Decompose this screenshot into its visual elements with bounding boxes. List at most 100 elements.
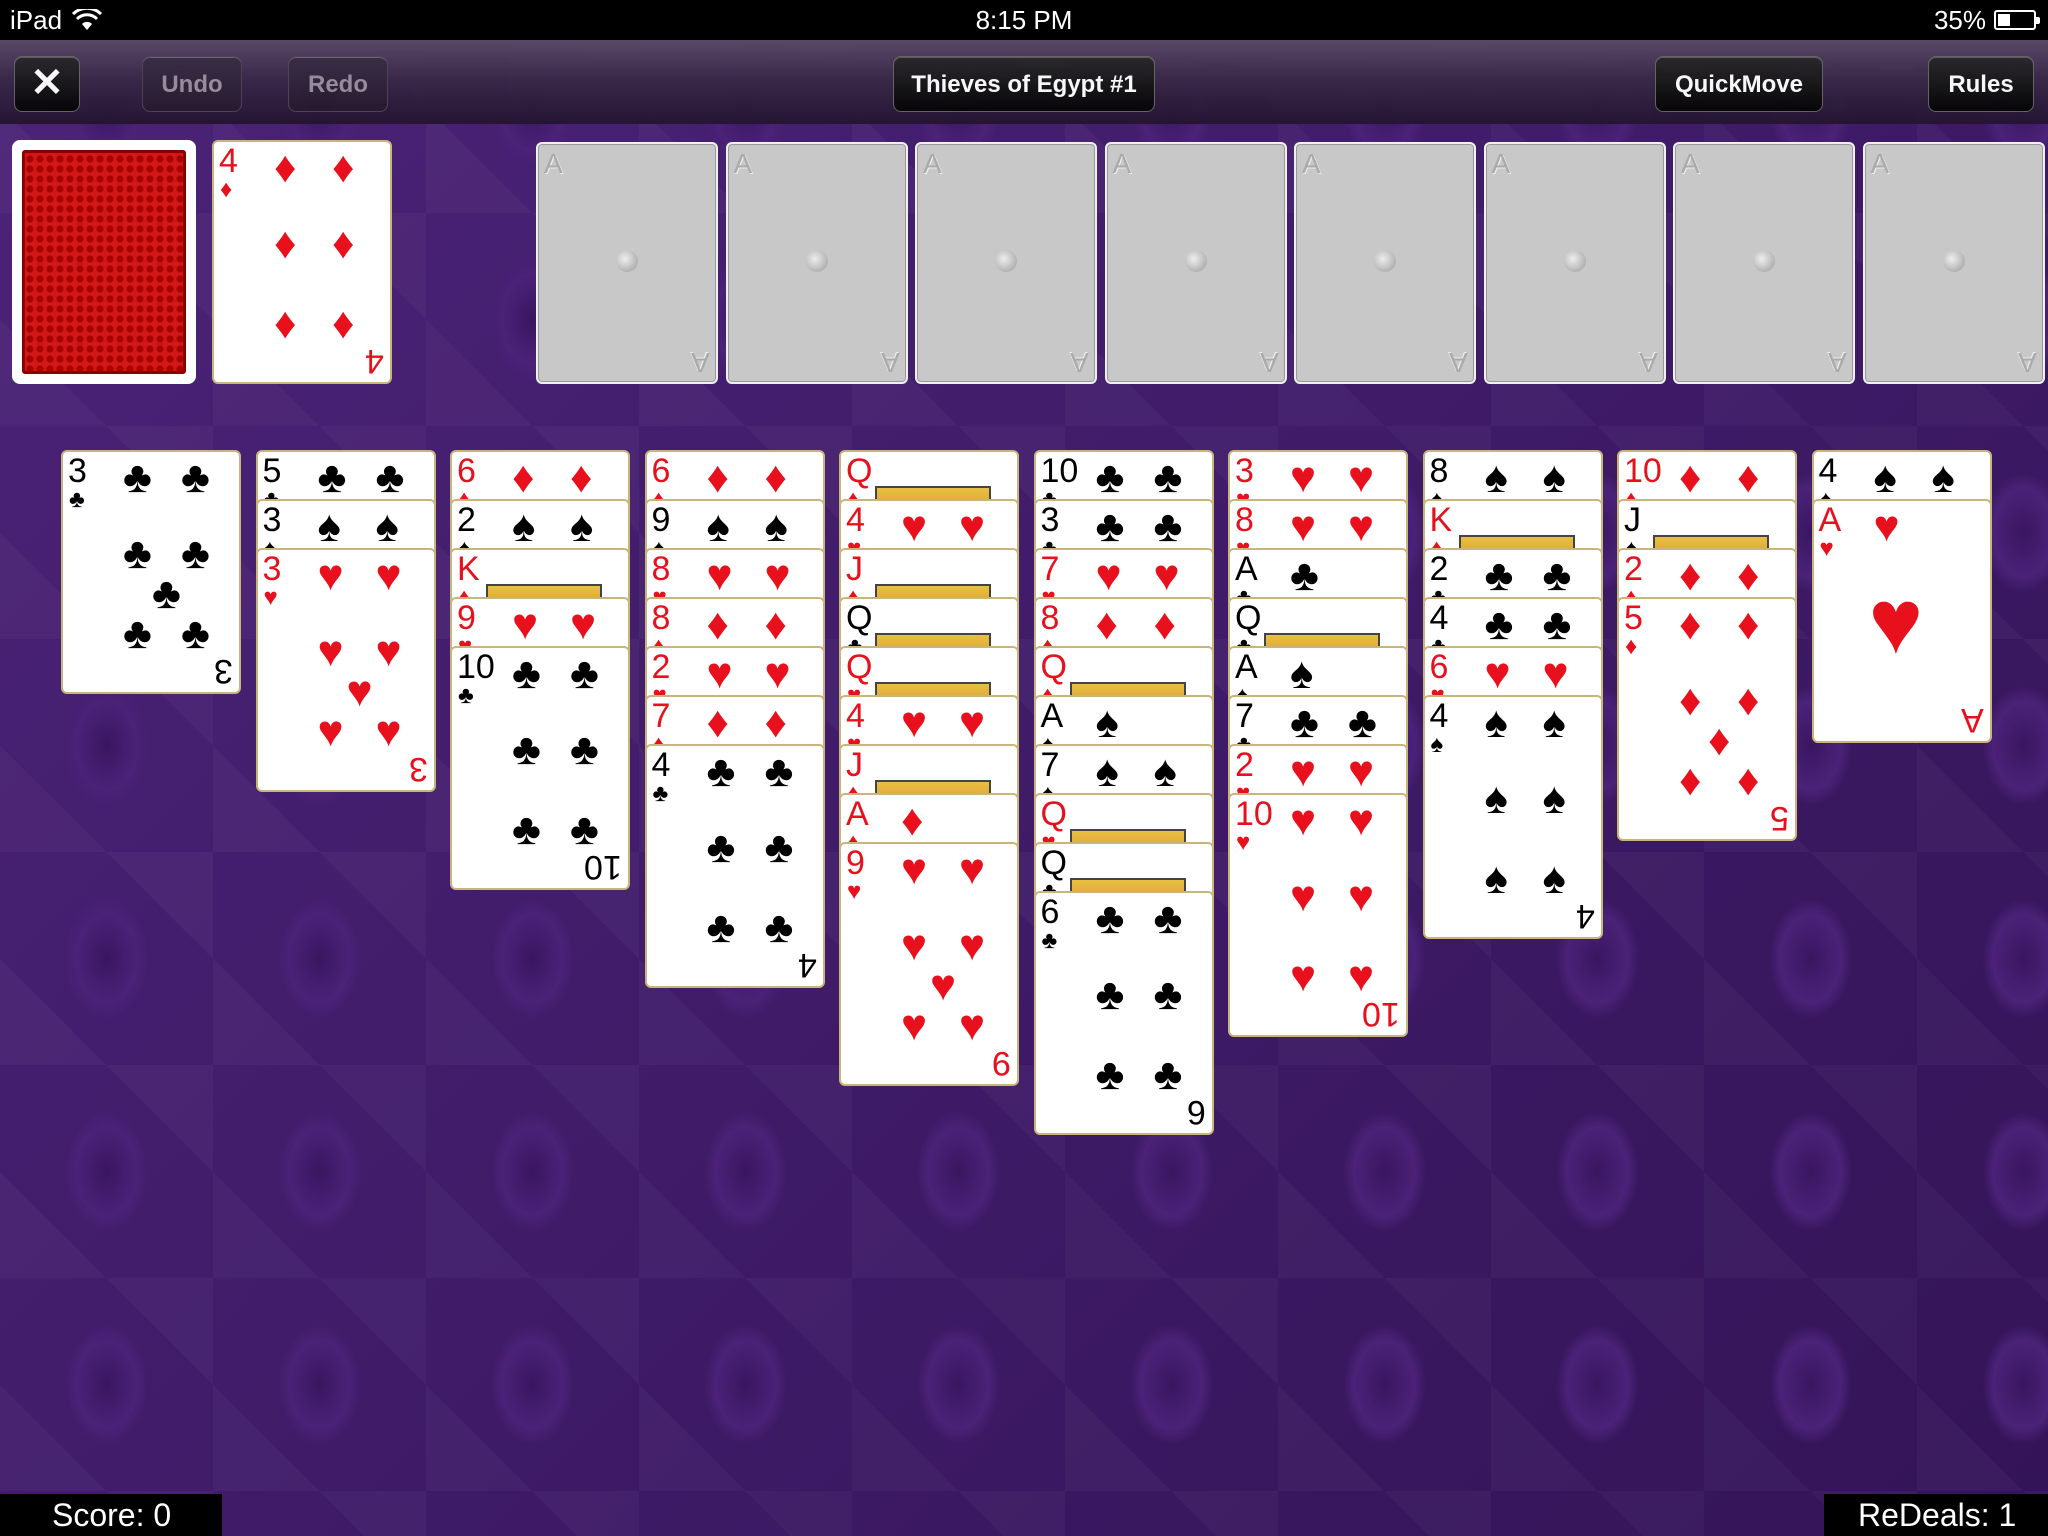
foundation-slot[interactable]: AA bbox=[536, 142, 718, 384]
card-pip: ♥ bbox=[1290, 796, 1317, 845]
card-pip: ♣ bbox=[1484, 551, 1514, 600]
card-pip: ♠ bbox=[1153, 747, 1177, 796]
card-pip: ♦ bbox=[706, 600, 729, 649]
tableau-card[interactable]: 6 ♣ ♣ ♣ ♣ ♣ ♣ ♣ 6 bbox=[1033, 891, 1214, 1135]
card-pip: ♣ bbox=[181, 529, 210, 578]
card-rank: 6 bbox=[457, 452, 476, 490]
card-pip: ♣ bbox=[764, 903, 794, 952]
game-title: Thieves of Egypt #1 bbox=[893, 56, 1155, 112]
foundation-slot[interactable]: AA bbox=[1104, 142, 1287, 384]
card-pip: ♦ bbox=[1737, 453, 1760, 502]
card-pip: ♣ bbox=[1095, 1050, 1125, 1099]
tableau-card[interactable]: 3 ♥ ♥ ♥ ♥ ♥ ♥ ♥ ♥ 3 bbox=[255, 548, 436, 792]
card-pip: ♥ bbox=[1484, 649, 1511, 698]
foundation-dot bbox=[805, 250, 828, 272]
foundation-ace-label: A bbox=[1870, 148, 1890, 179]
card-pip: ♠ bbox=[1484, 774, 1508, 823]
card-pip: ♥ bbox=[1348, 952, 1375, 1001]
card-rank: 8 bbox=[1040, 599, 1060, 637]
card-pip: ♥ bbox=[959, 698, 986, 747]
foundation-slot[interactable]: AA bbox=[1862, 142, 2045, 384]
close-button[interactable]: ✕ bbox=[14, 56, 80, 112]
foundation-ace-label-bottom: A bbox=[1828, 347, 1847, 378]
card-pip: ♠ bbox=[1484, 854, 1508, 903]
card-suit-small: ♥ bbox=[1819, 535, 1834, 562]
waste-card[interactable]: 4 ♦ ♦ ♦ ♦ ♦ ♦ ♦ 4 bbox=[212, 140, 392, 384]
tableau-card[interactable]: 5 ♦ ♦ ♦ ♦ ♦ ♦ ♦ ♦ 5 bbox=[1617, 597, 1797, 841]
card-pip: ♠ bbox=[1484, 698, 1508, 747]
card-pip: ♥ bbox=[1542, 649, 1569, 698]
card-rank: 4 bbox=[1818, 452, 1838, 490]
card-pip: ♣ bbox=[764, 823, 794, 872]
card-pip: ♦ bbox=[1708, 716, 1731, 765]
card-rank: 2 bbox=[1235, 746, 1254, 784]
card-pip: ♣ bbox=[512, 805, 541, 854]
card-pip: ♠ bbox=[1095, 747, 1119, 796]
card-rank: A bbox=[1818, 501, 1842, 539]
card-pip: ♣ bbox=[1095, 453, 1125, 502]
card-pip: ♣ bbox=[570, 805, 599, 854]
quickmove-button[interactable]: QuickMove bbox=[1655, 56, 1823, 112]
card-pip: ♣ bbox=[317, 453, 347, 502]
card-rank: 9 bbox=[457, 599, 476, 637]
tableau-card[interactable]: 4 ♣ ♣ ♣ ♣ ♣ ♣ ♣ 4 bbox=[644, 744, 825, 988]
card-pip: ♣ bbox=[1348, 698, 1377, 747]
foundation-ace-label-bottom: A bbox=[1449, 347, 1468, 378]
tableau-card[interactable]: 9 ♥ ♥ ♥ ♥ ♥ ♥ ♥ ♥ 9 bbox=[839, 842, 1019, 1086]
tableau-card[interactable]: 3 ♣ ♣ ♣ ♣ ♣ ♣ ♣ ♣ 3 bbox=[61, 450, 241, 694]
card-rank: 5 bbox=[262, 452, 282, 490]
card-pip: ♦ bbox=[332, 299, 355, 348]
toolbar: ✕ Undo Redo Thieves of Egypt #1 QuickMov… bbox=[0, 40, 2048, 124]
foundation-slot[interactable]: AA bbox=[725, 142, 908, 384]
card-rank: 4 bbox=[846, 697, 865, 735]
card-rank-bottom: 3 bbox=[408, 750, 428, 788]
tableau-card[interactable]: A ♥ ♥ ♥ A bbox=[1811, 499, 1992, 743]
card-rank: K bbox=[457, 550, 480, 588]
card-rank: 7 bbox=[1040, 746, 1060, 784]
card-rank-bottom: 3 bbox=[214, 652, 233, 690]
card-pip: ♥ bbox=[375, 551, 402, 600]
card-rank: Q bbox=[1040, 648, 1067, 686]
card-pip: ♥ bbox=[1290, 502, 1317, 551]
foundation-slot[interactable]: AA bbox=[1673, 142, 1855, 384]
foundation-slot[interactable]: AA bbox=[915, 142, 1097, 384]
undo-button[interactable]: Undo bbox=[142, 56, 242, 112]
card-suit-small: ♦ bbox=[1625, 633, 1638, 660]
card-pip: ♥ bbox=[764, 551, 791, 600]
clock: 8:15 PM bbox=[975, 5, 1073, 35]
card-rank: 4 bbox=[1429, 599, 1449, 637]
card-pip: ♣ bbox=[1542, 551, 1572, 600]
card-pip: ♠ bbox=[570, 502, 594, 551]
card-pip: ♥ bbox=[1290, 952, 1317, 1001]
card-pip: ♦ bbox=[1679, 676, 1702, 725]
card-pip: ♦ bbox=[570, 453, 593, 502]
rules-button[interactable]: Rules bbox=[1928, 56, 2034, 112]
foundation-slot[interactable]: AA bbox=[1294, 142, 1476, 384]
card-suit-small: ♣ bbox=[1041, 927, 1058, 954]
card-suit-small: ♣ bbox=[69, 486, 85, 513]
card-rank: 8 bbox=[651, 599, 671, 637]
card-pip: ♠ bbox=[1873, 453, 1897, 502]
stock-pile[interactable] bbox=[12, 140, 196, 384]
card-rank-bottom: 6 bbox=[1186, 1093, 1206, 1131]
status-bar: iPad 8:15 PM 35% bbox=[0, 0, 2048, 40]
tableau-card[interactable]: 10 ♥ ♥ ♥ ♥ ♥ ♥ ♥ 10 bbox=[1228, 793, 1408, 1037]
card-pip: ♦ bbox=[706, 453, 729, 502]
tableau-card[interactable]: 4 ♠ ♠ ♠ ♠ ♠ ♠ ♠ 4 bbox=[1422, 695, 1603, 939]
card-pip: ♣ bbox=[1095, 970, 1125, 1019]
card-pip: ♣ bbox=[570, 649, 599, 698]
redo-button[interactable]: Redo bbox=[288, 56, 388, 112]
card-rank: A bbox=[1235, 648, 1258, 686]
card-pip: ♦ bbox=[1737, 676, 1760, 725]
tableau-card[interactable]: 10 ♣ ♣ ♣ ♣ ♣ ♣ ♣ 10 bbox=[450, 646, 630, 890]
card-rank: 2 bbox=[1624, 550, 1643, 588]
card-pip: ♣ bbox=[1153, 894, 1183, 943]
card-pip: ♦ bbox=[901, 796, 924, 845]
card-rank: 2 bbox=[1429, 550, 1449, 588]
foundation-dot bbox=[1563, 250, 1586, 272]
card-rank: 4 bbox=[1429, 697, 1449, 735]
card-pip: ♥ bbox=[317, 627, 344, 676]
card-rank: 6 bbox=[1040, 893, 1060, 931]
card-pip: ♦ bbox=[512, 453, 535, 502]
foundation-slot[interactable]: AA bbox=[1483, 142, 1666, 384]
